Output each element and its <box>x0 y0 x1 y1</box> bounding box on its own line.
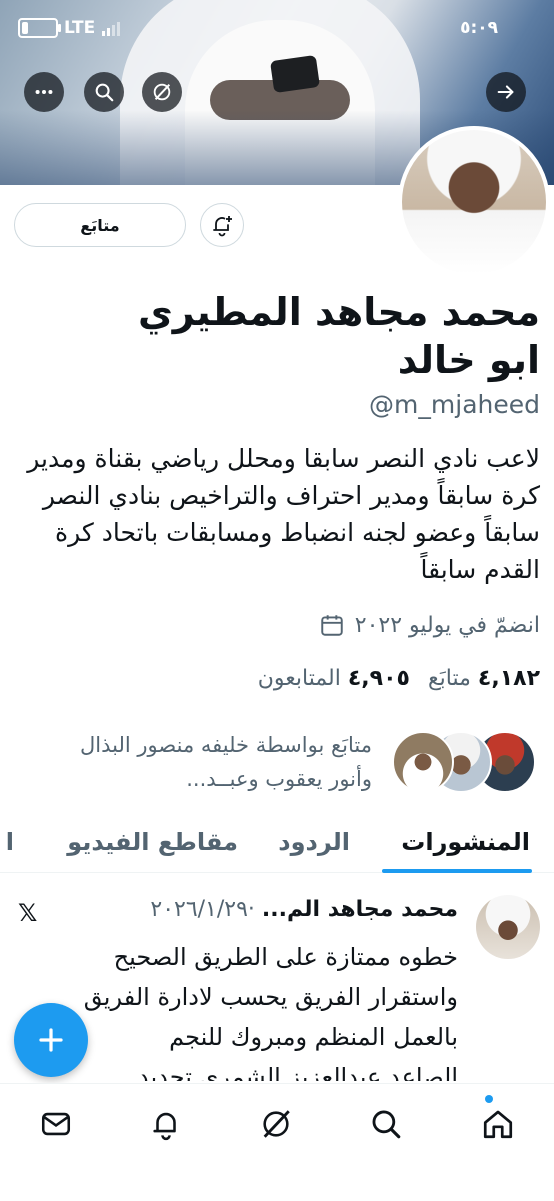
compose-button[interactable] <box>14 1003 88 1077</box>
following-label: متابَع <box>427 666 471 691</box>
username: @m_mjaheed <box>369 390 540 419</box>
post-author[interactable]: محمد مجاهد الم... <box>262 897 458 922</box>
display-name-line2: ابو خالد <box>397 338 540 382</box>
tab-posts[interactable]: المنشورات <box>401 812 530 872</box>
profile-avatar[interactable] <box>398 126 550 278</box>
followers-label: المتابعون <box>257 666 341 691</box>
nav-home[interactable] <box>478 1104 518 1144</box>
forward-button[interactable] <box>486 72 526 112</box>
plus-icon <box>39 1028 63 1052</box>
forward-arrow-icon <box>497 85 514 99</box>
post-separator: · <box>247 897 255 922</box>
nav-notifications[interactable] <box>146 1104 186 1144</box>
nav-grok[interactable] <box>256 1104 296 1144</box>
post-header: محمد مجاهد الم... ·٢٠٢٦/١/٢٩ <box>18 897 458 922</box>
grok-icon <box>263 1110 290 1138</box>
post-avatar[interactable] <box>476 895 540 959</box>
display-name: محمد مجاهد المطيري <box>137 290 540 334</box>
signal-icon <box>102 22 121 36</box>
more-button[interactable] <box>24 72 64 112</box>
following-stat[interactable]: ٤,١٨٢ متابَع <box>428 666 540 691</box>
search-button[interactable] <box>84 72 124 112</box>
home-new-indicator <box>485 1095 493 1103</box>
calendar-icon <box>321 615 343 636</box>
bell-icon <box>153 1112 176 1141</box>
post-line: واستقرار الفريق يحسب لادارة الفريق <box>83 983 458 1011</box>
x-logo-icon: 𝕏 <box>18 899 38 927</box>
join-date: انضمّ في يوليو ٢٠٢٢ <box>319 612 540 638</box>
grok-icon <box>153 83 171 101</box>
join-date-text: انضمّ في يوليو ٢٠٢٢ <box>354 612 540 638</box>
banner-phone <box>269 54 321 94</box>
tab-replies[interactable]: الردود <box>278 812 350 872</box>
followers-count: ٤,٩٠٥ <box>347 666 410 691</box>
bio: لاعب نادي النصر سابقا ومحلل رياضي بقناة … <box>27 444 540 584</box>
followers-stat[interactable]: ٤,٩٠٥ المتابعون <box>258 666 410 691</box>
status-bar-left: LTE <box>18 18 121 38</box>
search-icon <box>95 83 114 102</box>
mail-icon <box>41 1112 71 1136</box>
more-icon <box>35 89 53 95</box>
nav-search[interactable] <box>366 1104 406 1144</box>
follow-counts: ٤,١٨٢ متابَع ٤,٩٠٥ المتابعون <box>258 666 540 691</box>
bottom-nav <box>0 1083 554 1201</box>
followed-by-text[interactable]: متابَع بواسطة خليفه منصور البذال وأنور ي… <box>52 728 372 796</box>
bell-plus-icon <box>213 216 232 237</box>
battery-icon <box>18 18 61 38</box>
network-label: LTE <box>64 18 96 38</box>
following-button[interactable]: متابَع <box>14 203 186 247</box>
post-date: ٢٠٢٦/١/٢٩ <box>150 897 248 922</box>
post-line: خطوه ممتازة على الطريق الصحيح <box>113 943 458 971</box>
grok-button[interactable] <box>142 72 182 112</box>
home-icon <box>483 1110 513 1139</box>
tab-videos[interactable]: مقاطع الفيديو <box>67 812 238 872</box>
nav-messages[interactable] <box>36 1104 76 1144</box>
clock: ٥:٠٩ <box>460 18 498 38</box>
follower-avatar[interactable] <box>392 731 454 793</box>
notify-button[interactable] <box>200 203 244 247</box>
tab-media[interactable]: ا <box>6 812 14 872</box>
profile-tabs: المنشورات الردود مقاطع الفيديو ا <box>0 812 554 873</box>
search-icon <box>372 1110 401 1139</box>
following-count: ٤,١٨٢ <box>477 666 540 691</box>
